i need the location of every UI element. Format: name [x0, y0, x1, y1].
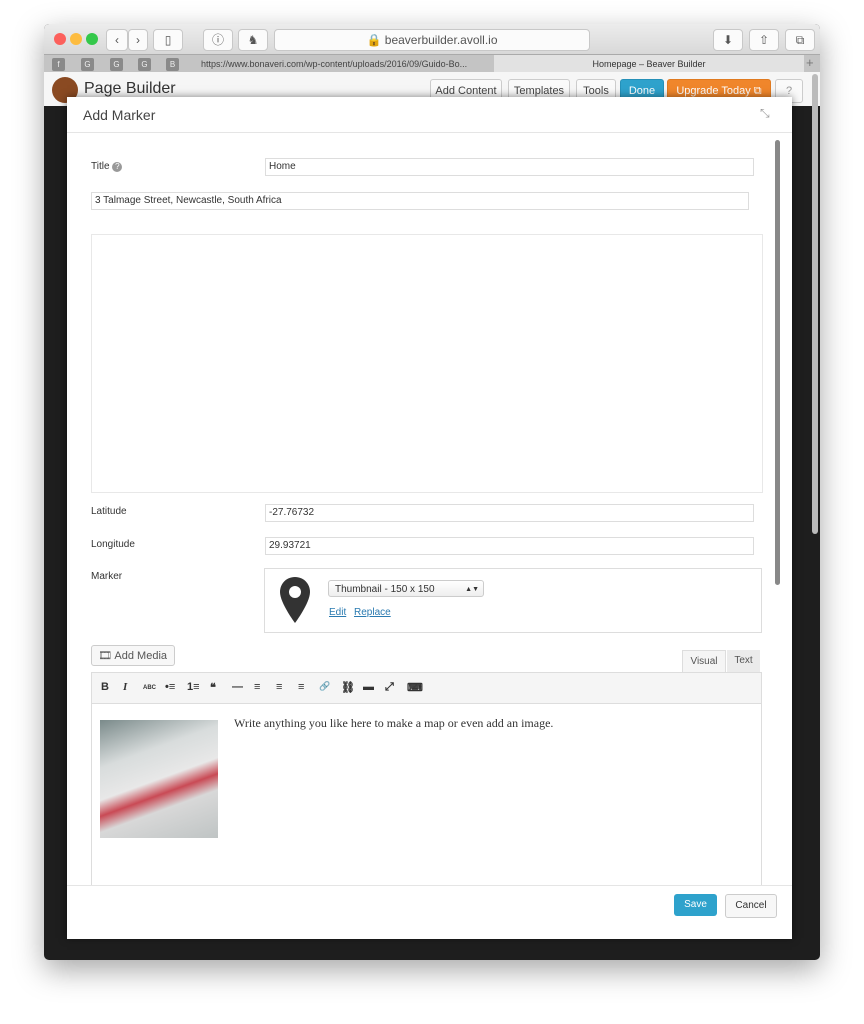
- add-media-button[interactable]: 🎞 Add Media: [91, 645, 175, 666]
- minimize-window-button[interactable]: [70, 33, 82, 45]
- unlink-icon[interactable]: ⛓: [341, 681, 355, 694]
- modal-header: Add Marker ⤡: [67, 97, 792, 133]
- upgrade-label: Upgrade Today: [676, 85, 751, 97]
- media-icon: 🎞: [98, 650, 112, 662]
- marker-size-select[interactable]: Thumbnail - 150 x 150 ▲▼: [328, 580, 484, 597]
- password-icon[interactable]: ⓘ: [203, 29, 233, 51]
- brand-title: Page Builder: [84, 80, 176, 97]
- address-bar[interactable]: 🔒 beaverbuilder.avoll.io: [274, 29, 590, 51]
- horizontal-rule-icon[interactable]: —: [232, 681, 243, 693]
- download-icon[interactable]: ⬇: [713, 29, 743, 51]
- sidebar-icon[interactable]: ▯: [153, 29, 183, 51]
- align-center-icon[interactable]: ≡: [276, 681, 282, 693]
- longitude-label: Longitude: [91, 539, 135, 550]
- read-more-icon[interactable]: ▬: [363, 681, 374, 693]
- marker-box: Thumbnail - 150 x 150 ▲▼ Edit Replace: [264, 568, 762, 633]
- editor-content[interactable]: Write anything you like here to make a m…: [91, 702, 762, 886]
- link-icon[interactable]: 🔗: [319, 681, 330, 692]
- close-window-button[interactable]: [54, 33, 66, 45]
- address-input[interactable]: 3 Talmage Street, Newcastle, South Afric…: [91, 192, 749, 210]
- edit-link[interactable]: Edit: [329, 607, 346, 618]
- map-area[interactable]: [91, 234, 763, 493]
- save-button[interactable]: Save: [674, 894, 717, 916]
- editor-text: Write anything you like here to make a m…: [234, 716, 554, 730]
- blockquote-icon[interactable]: ❝: [210, 681, 216, 694]
- numbered-list-icon[interactable]: 1≡: [187, 681, 200, 693]
- longitude-input[interactable]: 29.93721: [265, 537, 754, 555]
- extension-icon[interactable]: ♞: [238, 29, 268, 51]
- browser-window: ‹ › ▯ ⓘ ♞ 🔒 beaverbuilder.avoll.io ⬇ ⇧ ⧉…: [44, 24, 820, 960]
- editor-toolbar: B I ABC •≡ 1≡ ❝ — ≡ ≡ ≡ 🔗 ⛓ ▬ ⤢ ⌨: [91, 672, 762, 704]
- modal-title: Add Marker: [83, 107, 156, 123]
- forward-button[interactable]: ›: [128, 29, 148, 51]
- url-text: beaverbuilder.avoll.io: [384, 33, 498, 47]
- title-bar: ‹ › ▯ ⓘ ♞ 🔒 beaverbuilder.avoll.io ⬇ ⇧ ⧉: [44, 24, 820, 54]
- add-marker-modal: Add Marker ⤡ Title ? Home 3 Talmage Stre…: [67, 97, 792, 939]
- pinned-tab[interactable]: f: [52, 58, 65, 71]
- new-tab-button[interactable]: +: [806, 55, 814, 70]
- modal-footer: Save Cancel: [67, 885, 792, 939]
- back-button[interactable]: ‹: [106, 29, 128, 51]
- page-scrollbar[interactable]: [812, 74, 818, 534]
- pinned-tab[interactable]: G: [138, 58, 151, 71]
- fullscreen-icon[interactable]: ⤢: [385, 681, 394, 694]
- title-label: Title ?: [91, 161, 123, 172]
- latitude-input[interactable]: -27.76732: [265, 504, 754, 522]
- share-icon[interactable]: ⇧: [749, 29, 779, 51]
- tabs-icon[interactable]: ⧉: [785, 29, 815, 51]
- bold-icon[interactable]: B: [101, 681, 109, 693]
- align-right-icon[interactable]: ≡: [298, 681, 304, 693]
- italic-icon[interactable]: I: [123, 681, 127, 693]
- tab-inactive[interactable]: https://www.bonaveri.com/wp-content/uplo…: [189, 55, 494, 73]
- tab-active[interactable]: Homepage – Beaver Builder: [494, 55, 804, 73]
- help-icon[interactable]: ?: [112, 162, 123, 172]
- map-pin-icon: [280, 577, 310, 623]
- pinned-tab[interactable]: B: [166, 58, 179, 71]
- airplane-image[interactable]: [100, 720, 218, 838]
- tab-bar: f G G G B https://www.bonaveri.com/wp-co…: [44, 54, 820, 73]
- zoom-window-button[interactable]: [86, 33, 98, 45]
- toolbar-toggle-icon[interactable]: ⌨: [407, 681, 423, 694]
- marker-label: Marker: [91, 571, 123, 582]
- tab-text[interactable]: Text: [727, 650, 760, 672]
- align-left-icon[interactable]: ≡: [254, 681, 260, 693]
- collapse-icon[interactable]: ⤡: [760, 106, 770, 121]
- replace-link[interactable]: Replace: [354, 607, 391, 618]
- cancel-button[interactable]: Cancel: [725, 894, 777, 918]
- tab-visual[interactable]: Visual: [682, 650, 726, 674]
- bullet-list-icon[interactable]: •≡: [165, 681, 175, 693]
- latitude-label: Latitude: [91, 506, 127, 517]
- strikethrough-icon[interactable]: ABC: [143, 685, 156, 691]
- pinned-tab[interactable]: G: [81, 58, 94, 71]
- modal-scrollbar[interactable]: [775, 140, 780, 585]
- pinned-tab[interactable]: G: [110, 58, 123, 71]
- title-input[interactable]: Home: [265, 158, 754, 176]
